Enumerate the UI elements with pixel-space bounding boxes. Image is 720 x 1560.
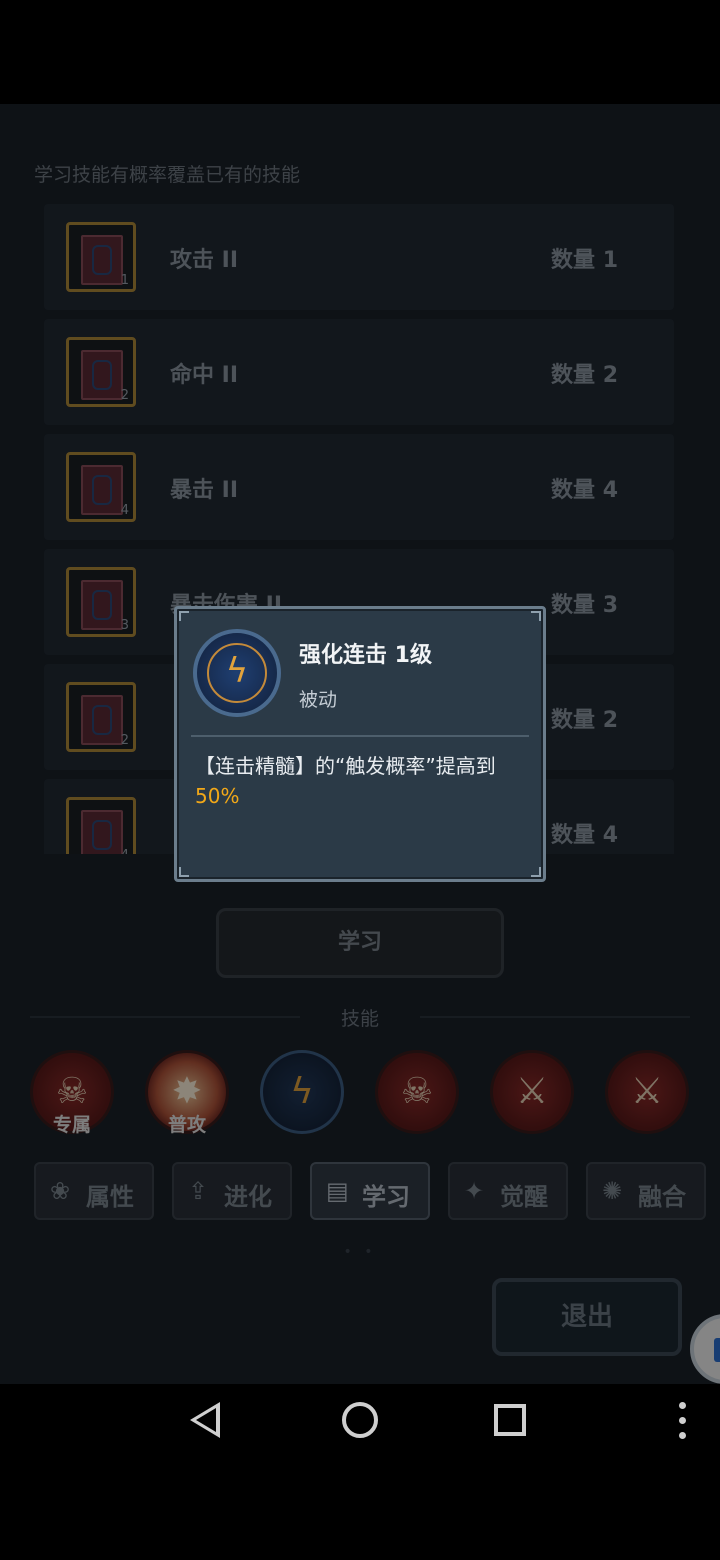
book-name: 暴击 II	[170, 478, 239, 503]
skull-icon: ☠	[400, 1071, 434, 1112]
back-icon[interactable]	[190, 1402, 220, 1438]
divider	[420, 1016, 690, 1018]
recents-icon[interactable]	[494, 1404, 526, 1436]
wand-icon: ϟ	[290, 1071, 314, 1112]
exit-button[interactable]: 退出	[492, 1278, 682, 1356]
learn-hint: 学习技能有概率覆盖已有的技能	[34, 164, 301, 186]
home-icon[interactable]	[342, 1402, 378, 1438]
corner-ornament	[179, 611, 189, 621]
book-name: 攻击 II	[170, 248, 239, 273]
tab-learn[interactable]: ▤ 学习	[310, 1162, 430, 1220]
wand-icon: ϟ	[193, 629, 281, 717]
skill-info-popup: ϟ 强化连击 1级 被动 【连击精髓】的“触发概率”提高到50%	[174, 606, 546, 882]
learn-button[interactable]: 学习	[216, 908, 504, 978]
popup-skill-title: 强化连击 1级	[299, 643, 432, 668]
highlight-value: 50%	[195, 784, 240, 808]
popup-skill-type: 被动	[299, 689, 338, 711]
corner-ornament	[179, 867, 189, 877]
list-item[interactable]: 4 暴击 II 数量 4	[44, 434, 674, 540]
more-icon[interactable]	[679, 1402, 687, 1440]
awaken-icon: ✦	[464, 1177, 485, 1205]
book-quantity: 数量 4	[551, 823, 618, 848]
tab-fusion[interactable]: ✺ 融合	[586, 1162, 706, 1220]
skill-book-icon: 3	[66, 567, 136, 637]
book-quantity: 数量 4	[551, 478, 618, 503]
book-quantity: 数量 3	[551, 593, 618, 618]
sword-icon: ⚔	[515, 1071, 549, 1112]
skill-slot-4[interactable]: ☠	[375, 1050, 459, 1134]
skill-slot-exclusive[interactable]: ☠ 专属	[30, 1050, 114, 1136]
burst-icon: ✸	[171, 1071, 203, 1112]
paw-icon: ❀	[50, 1177, 71, 1205]
corner-ornament	[531, 867, 541, 877]
tab-awaken[interactable]: ✦ 觉醒	[448, 1162, 568, 1220]
tab-evolve[interactable]: ⇪ 进化	[172, 1162, 292, 1220]
book-quantity: 数量 2	[551, 363, 618, 388]
sword-icon: ⚔	[630, 1071, 664, 1112]
list-item[interactable]: 2 命中 II 数量 2	[44, 319, 674, 425]
skill-book-icon: 2	[66, 682, 136, 752]
corner-ornament	[531, 611, 541, 621]
skill-slot-3[interactable]: ϟ	[260, 1050, 344, 1134]
skill-tag: 普攻	[167, 1114, 206, 1136]
book-quantity: 数量 1	[551, 248, 618, 273]
list-item[interactable]: 1 攻击 II 数量 1	[44, 204, 674, 310]
skill-book-icon: 4	[66, 797, 136, 854]
skill-book-icon: 1	[66, 222, 136, 292]
evolve-icon: ⇪	[188, 1177, 209, 1205]
page-indicator: • •	[343, 1244, 377, 1260]
book-quantity: 数量 2	[551, 708, 618, 733]
skill-slot-6[interactable]: ⚔	[605, 1050, 689, 1134]
skill-tag: 专属	[52, 1114, 91, 1136]
top-black-bar	[0, 0, 720, 104]
skill-book-icon: 4	[66, 452, 136, 522]
popup-description: 【连击精髓】的“触发概率”提高到50%	[195, 754, 496, 808]
tab-attributes[interactable]: ❀ 属性	[34, 1162, 154, 1220]
skull-icon: ☠	[55, 1071, 89, 1112]
skill-book-icon: 2	[66, 337, 136, 407]
floating-assist-button[interactable]	[690, 1314, 720, 1384]
book-name: 命中 II	[170, 363, 239, 388]
skill-slot-normal-attack[interactable]: ✸ 普攻	[145, 1050, 229, 1136]
divider	[191, 735, 529, 737]
book-icon: ▤	[326, 1177, 349, 1205]
skill-slot-5[interactable]: ⚔	[490, 1050, 574, 1134]
fusion-icon: ✺	[602, 1177, 623, 1205]
